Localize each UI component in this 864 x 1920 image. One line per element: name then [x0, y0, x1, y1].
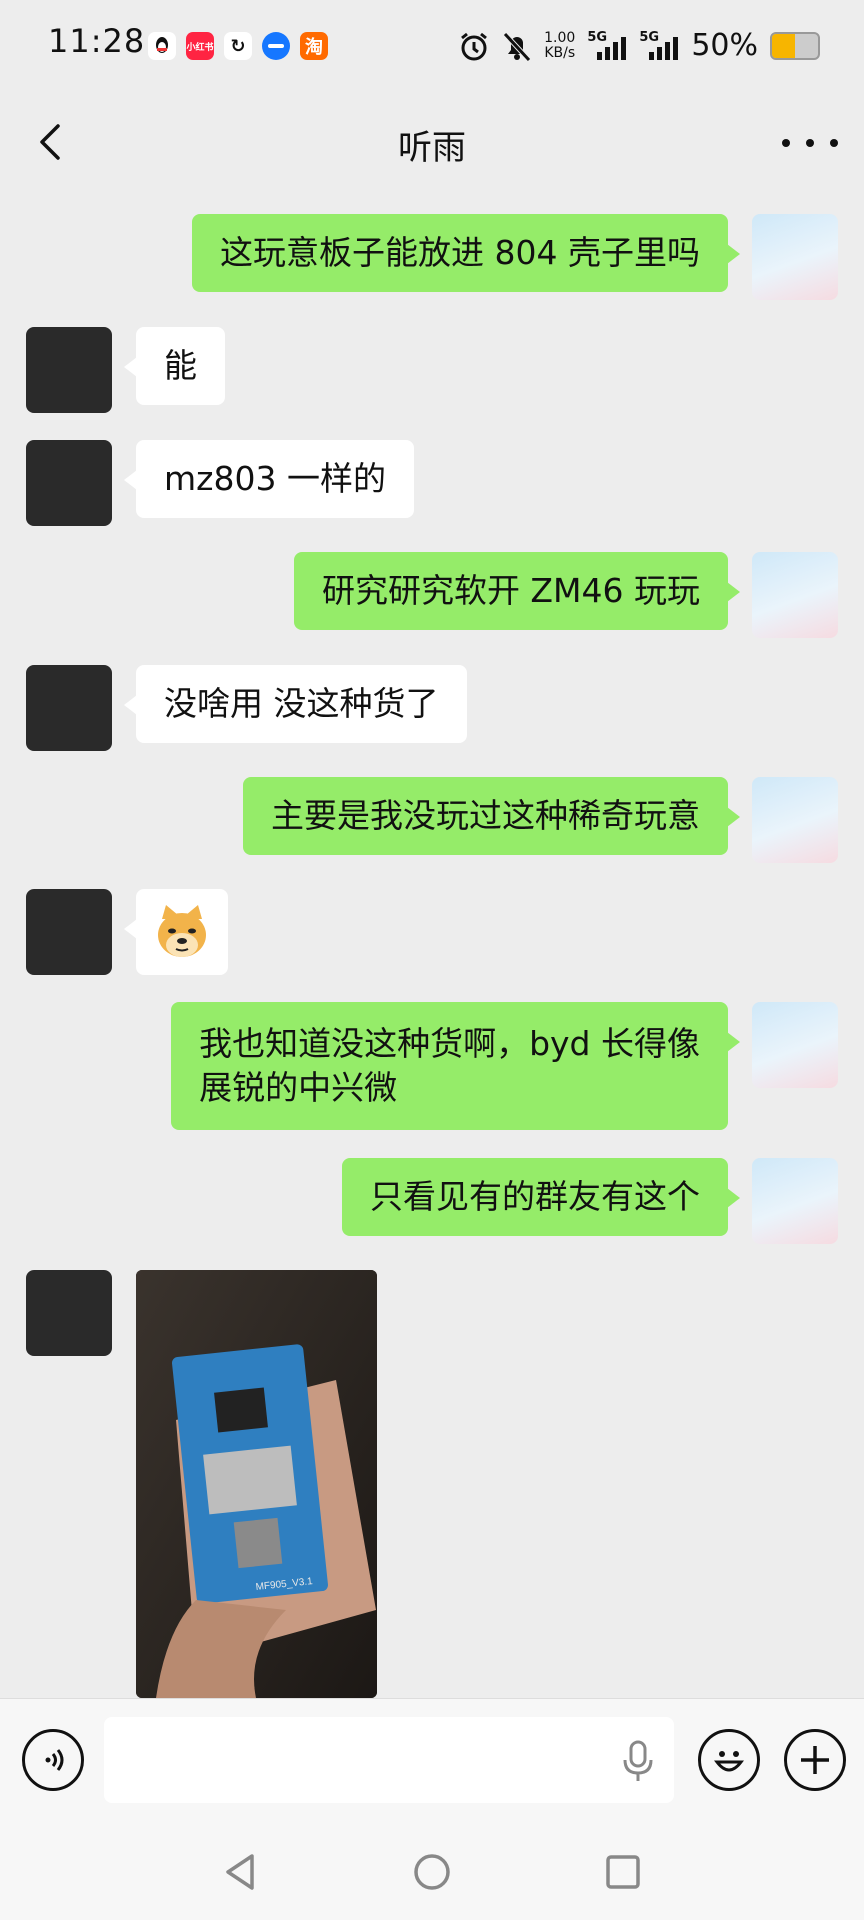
- chat-title: 听雨: [398, 128, 466, 168]
- chat-app-icon: [262, 32, 290, 60]
- microphone-icon[interactable]: [620, 1739, 656, 1783]
- more-options-icon[interactable]: [782, 128, 838, 158]
- my-avatar[interactable]: [752, 1158, 838, 1244]
- back-icon[interactable]: [222, 1852, 258, 1892]
- image-message[interactable]: MF905_V3.1: [136, 1270, 377, 1698]
- status-indicators: 1.00 KB/s 5G 5G 50%: [458, 28, 820, 63]
- my-avatar[interactable]: [752, 552, 838, 638]
- circuit-board-photo: MF905_V3.1: [136, 1270, 377, 1698]
- signal-1-icon: 5G: [587, 30, 627, 60]
- friend-avatar[interactable]: [26, 665, 112, 751]
- input-bar: [0, 1698, 864, 1821]
- emoji-icon[interactable]: [698, 1729, 760, 1791]
- taobao-icon: 淘: [300, 32, 328, 60]
- message-bubble[interactable]: [124, 889, 228, 975]
- alarm-icon: [461, 32, 488, 60]
- mute-bell-icon: [503, 31, 531, 62]
- system-navigation-bar: [0, 1820, 864, 1920]
- doge-emoji: [158, 905, 206, 957]
- my-avatar[interactable]: [752, 1002, 838, 1088]
- my-avatar[interactable]: [752, 214, 838, 300]
- message-bubble[interactable]: 这玩意板子能放进 804 壳子里吗: [192, 214, 740, 292]
- battery-icon: [770, 31, 820, 60]
- signal-2-icon: 5G: [639, 30, 679, 60]
- friend-avatar[interactable]: [26, 327, 112, 413]
- message-bubble[interactable]: mz803 一样的: [124, 440, 414, 518]
- friend-avatar[interactable]: [26, 889, 112, 975]
- message-bubble[interactable]: 我也知道没这种货啊，byd 长得像 展锐的中兴微: [171, 1002, 740, 1130]
- voice-mode-icon[interactable]: [22, 1729, 84, 1791]
- message-bubble[interactable]: 只看见有的群友有这个: [342, 1158, 740, 1236]
- xiaohongshu-icon: 小红书: [186, 32, 214, 60]
- message-bubble[interactable]: 主要是我没玩过这种稀奇玩意: [243, 777, 740, 855]
- chat-header: 听雨: [0, 92, 864, 192]
- network-speed: 1.00 KB/s: [544, 29, 576, 61]
- my-avatar[interactable]: [752, 777, 838, 863]
- plus-icon[interactable]: [784, 1729, 846, 1791]
- message-bubble[interactable]: 研究研究软开 ZM46 玩玩: [293, 552, 741, 630]
- friend-avatar[interactable]: [26, 440, 112, 526]
- sync-icon: ↻: [224, 32, 252, 60]
- status-bar: 11:28 小红书 ↻ 淘 1.00 KB/s 5G 5G 50%: [0, 0, 864, 92]
- battery-percent: 50%: [691, 28, 758, 63]
- qq-icon: [148, 32, 176, 60]
- recents-icon[interactable]: [604, 1852, 642, 1892]
- home-icon[interactable]: [412, 1852, 452, 1892]
- notification-icons: 小红书 ↻ 淘: [148, 32, 328, 60]
- status-time: 11:28: [48, 22, 146, 60]
- message-bubble[interactable]: 没啥用 没这种货了: [124, 665, 467, 743]
- friend-avatar[interactable]: [26, 1270, 112, 1356]
- message-bubble[interactable]: 能: [124, 327, 225, 405]
- message-input[interactable]: [104, 1717, 674, 1803]
